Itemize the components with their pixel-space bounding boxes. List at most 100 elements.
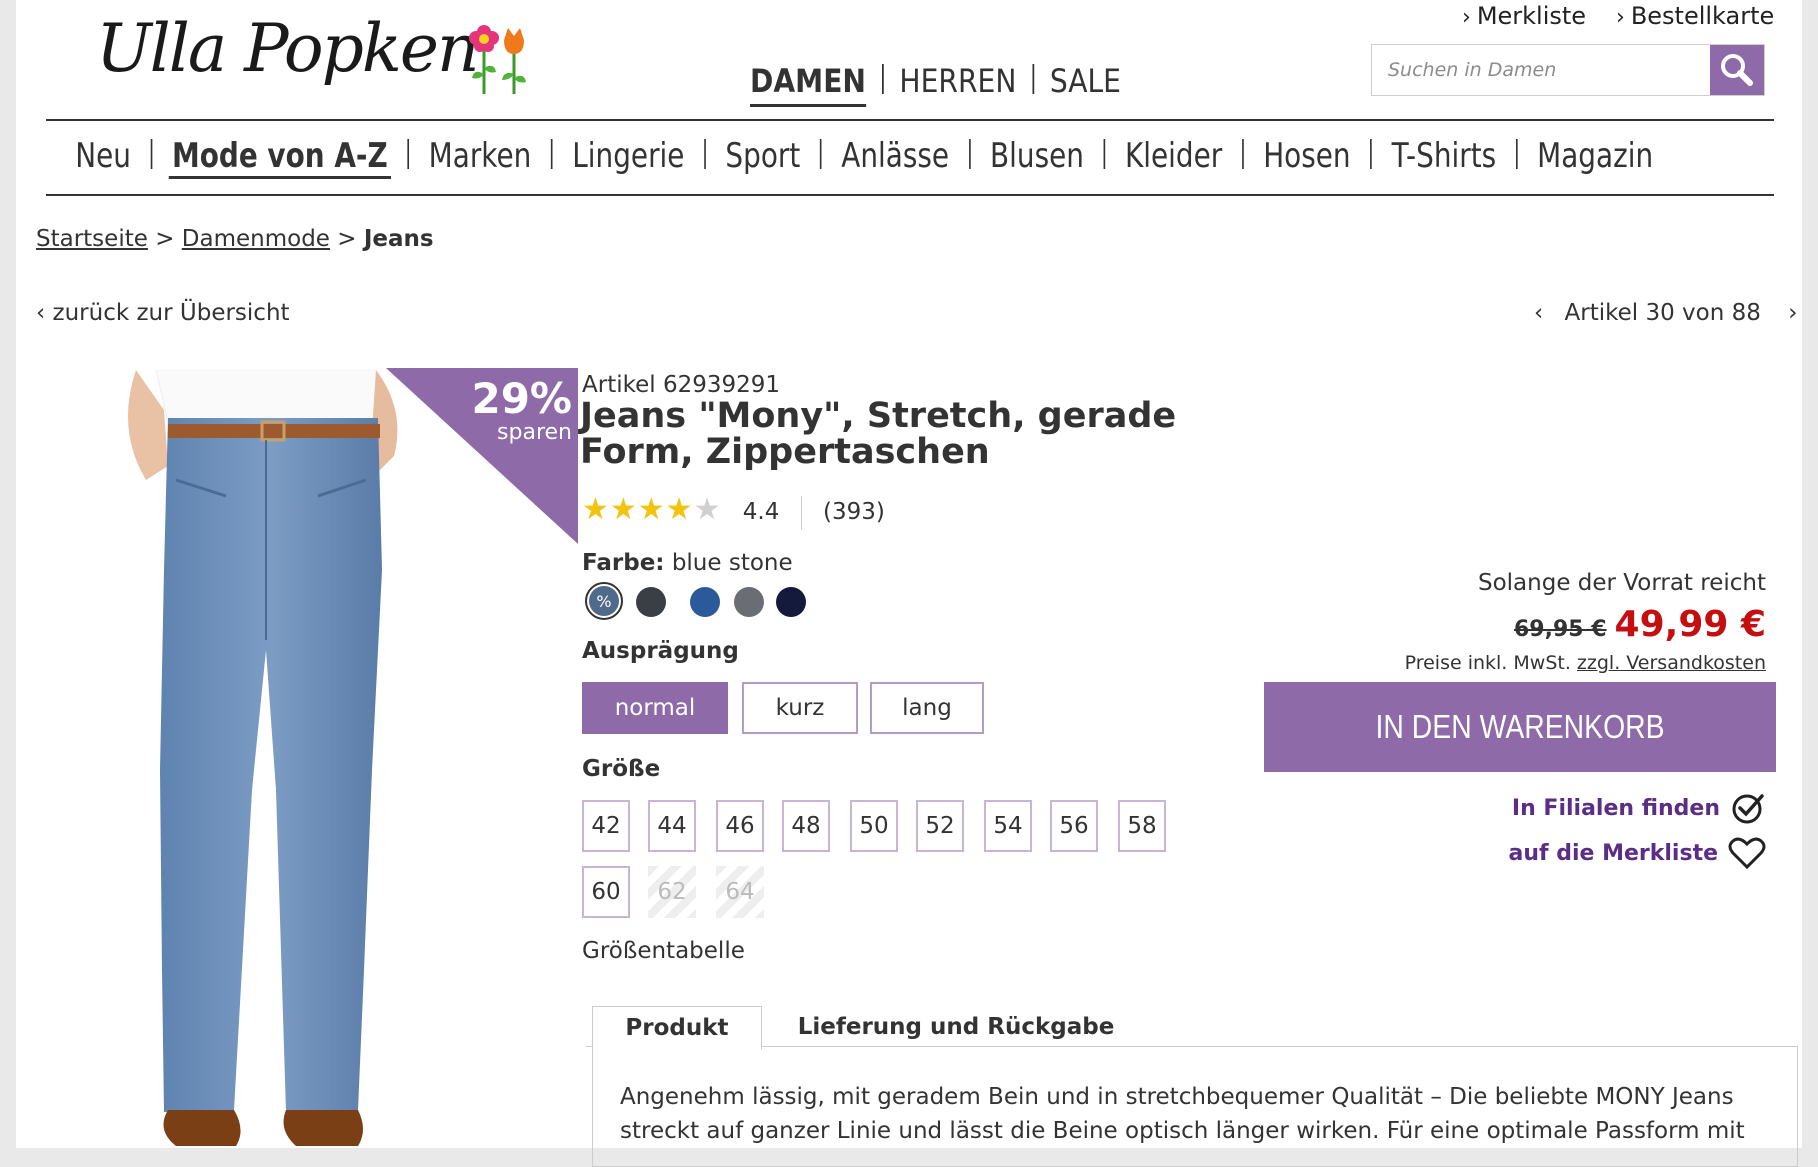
page: Ulla Popken › Merkliste › Bestellkarte DAM…	[16, 0, 1802, 1167]
size-58[interactable]: 58	[1118, 800, 1166, 852]
rating[interactable]: ★★★★★ 4.4 (393)	[582, 492, 885, 530]
size-table-link[interactable]: Größentabelle	[582, 938, 745, 964]
category-marken[interactable]: Marken	[425, 136, 534, 176]
nav-separator	[1370, 139, 1372, 169]
category-neu[interactable]: Neu	[72, 136, 134, 176]
category-lingerie[interactable]: Lingerie	[569, 136, 688, 176]
category-anlaesse[interactable]: Anlässe	[838, 136, 952, 176]
size-54[interactable]: 54	[984, 800, 1032, 852]
category-magazin[interactable]: Magazin	[1534, 136, 1657, 176]
chevron-right-icon: ›	[1462, 5, 1471, 30]
gender-nav: DAMEN HERREN SALE	[750, 62, 1121, 107]
nav-separator	[704, 139, 706, 169]
article-number: Artikel 62939291	[582, 372, 781, 398]
category-hosen[interactable]: Hosen	[1260, 136, 1354, 176]
tab-lieferung-rueckgabe[interactable]: Lieferung und Rückgabe	[786, 1006, 1126, 1048]
category-kleider[interactable]: Kleider	[1122, 136, 1226, 176]
size-44[interactable]: 44	[648, 800, 696, 852]
sale-badge-percent: 29%	[471, 374, 572, 423]
search-icon	[1721, 54, 1753, 86]
product-title: Jeans "Mony", Stretch, gerade Form, Zipp…	[580, 396, 1177, 472]
stock-note: Solange der Vorrat reicht	[1478, 570, 1766, 596]
nav-separator	[407, 139, 410, 169]
nav-divider	[46, 194, 1774, 196]
next-article-icon[interactable]: ›	[1788, 300, 1797, 326]
swatch-navy[interactable]	[776, 587, 806, 617]
size-60[interactable]: 60	[582, 866, 630, 918]
variant-label: Ausprägung	[582, 638, 739, 664]
size-64-unavailable: 64	[716, 866, 764, 918]
nav-separator	[550, 139, 553, 169]
variant-normal[interactable]: normal	[582, 682, 728, 734]
size-label: Größe	[582, 756, 661, 782]
color-label: Farbe: blue stone	[582, 550, 793, 576]
nav-separator	[819, 139, 822, 169]
swatch-blue[interactable]	[690, 587, 720, 617]
size-52[interactable]: 52	[916, 800, 964, 852]
prev-article-icon[interactable]: ‹	[1534, 300, 1543, 326]
breadcrumb-current: Jeans	[363, 226, 434, 252]
rating-value: 4.4	[742, 499, 780, 525]
flower-logo-icon	[469, 25, 526, 94]
breadcrumb-home[interactable]: Startseite	[36, 226, 148, 252]
wishlist-link[interactable]: › Merkliste	[1462, 2, 1586, 30]
color-value: blue stone	[671, 550, 793, 576]
size-42[interactable]: 42	[582, 800, 630, 852]
search-input[interactable]	[1372, 45, 1712, 95]
size-50[interactable]: 50	[850, 800, 898, 852]
vat-text: Preise inkl. MwSt.	[1404, 652, 1571, 674]
size-56[interactable]: 56	[1050, 800, 1098, 852]
category-t-shirts[interactable]: T-Shirts	[1388, 136, 1499, 176]
pager-label: Artikel 30 von 88	[1564, 300, 1761, 326]
search-button[interactable]	[1710, 45, 1764, 95]
chevron-right-icon: ›	[1616, 5, 1625, 30]
rating-divider	[800, 495, 802, 530]
wishlist-label: Merkliste	[1476, 2, 1587, 30]
brand-logo[interactable]: Ulla Popken	[96, 10, 536, 120]
variant-lang[interactable]: lang	[870, 682, 984, 734]
breadcrumb-damenmode[interactable]: Damenmode	[182, 226, 330, 252]
add-to-cart-button[interactable]: IN DEN WARENKORB	[1264, 682, 1776, 772]
product-description: Angenehm lässig, mit geradem Bein und in…	[620, 1084, 1745, 1144]
heart-icon	[1728, 837, 1766, 870]
order-card-link[interactable]: › Bestellkarte	[1616, 2, 1774, 30]
category-sport[interactable]: Sport	[722, 136, 803, 176]
swatch-sale-mark: %	[596, 591, 612, 611]
add-to-wishlist-link[interactable]: auf die Merkliste	[1508, 836, 1766, 870]
nav-separator	[1515, 139, 1518, 169]
nav-separator	[1032, 64, 1034, 94]
gender-tab-sale[interactable]: SALE	[1050, 62, 1121, 100]
review-count: (393)	[823, 499, 885, 525]
gender-tab-damen[interactable]: DAMEN	[750, 62, 866, 107]
order-card-label: Bestellkarte	[1630, 2, 1775, 30]
shipping-costs-link[interactable]: zzgl. Versandkosten	[1577, 652, 1766, 674]
gender-tab-herren[interactable]: HERREN	[899, 62, 1016, 100]
header-divider	[46, 119, 1774, 121]
back-to-overview-link[interactable]: ‹ zurück zur Übersicht	[36, 300, 290, 326]
check-circle-icon	[1732, 794, 1764, 824]
old-price: 69,95 €	[1513, 617, 1607, 642]
nav-separator	[1103, 139, 1106, 169]
category-blusen[interactable]: Blusen	[987, 136, 1087, 176]
nav-separator	[881, 64, 884, 94]
find-in-store-label: In Filialen finden	[1511, 795, 1720, 821]
chevron-left-icon: ‹	[36, 300, 46, 326]
swatch-grey[interactable]	[734, 587, 764, 617]
back-label: zurück zur Übersicht	[52, 300, 290, 326]
swatch-black[interactable]	[636, 587, 666, 617]
nav-separator	[150, 139, 153, 169]
category-nav: Neu Mode von A-Z Marken Lingerie Sport Anläss…	[72, 136, 1656, 186]
variant-kurz[interactable]: kurz	[742, 682, 858, 734]
add-to-wishlist-label: auf die Merkliste	[1508, 840, 1718, 866]
size-46[interactable]: 46	[716, 800, 764, 852]
category-mode-von-a-z[interactable]: Mode von A-Z	[168, 136, 391, 179]
size-62-unavailable: 62	[648, 866, 696, 918]
sale-badge-text: sparen	[497, 420, 572, 445]
tab-produkt[interactable]: Produkt	[592, 1006, 762, 1050]
find-in-store-link[interactable]: In Filialen finden	[1512, 790, 1766, 826]
nav-separator	[968, 139, 971, 169]
size-48[interactable]: 48	[782, 800, 830, 852]
swatch-blue-stone[interactable]: %	[589, 586, 619, 616]
rating-stars-icon: ★★★★★	[582, 492, 722, 527]
price: 69,95 € 49,99 €	[1514, 604, 1766, 645]
